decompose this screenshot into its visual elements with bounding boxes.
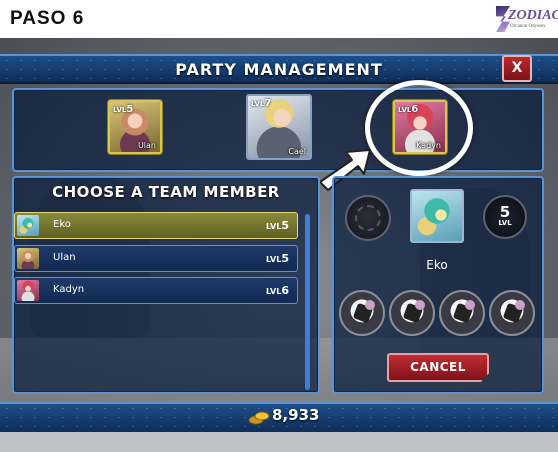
logo-title: ZODIAC	[508, 8, 558, 23]
party-slot-name: Cael	[288, 147, 306, 156]
party-slot-cael[interactable]: LVL7 Cael	[246, 94, 312, 160]
skill-slot-2-icon[interactable]	[389, 290, 435, 336]
cancel-button[interactable]: CANCEL	[387, 353, 489, 382]
logo-subtitle: Orcanon Odyssey	[510, 24, 546, 29]
choose-panel-title: CHOOSE A TEAM MEMBER	[52, 183, 280, 201]
level-unit: LVL	[498, 219, 512, 227]
bottom-strip	[0, 432, 558, 452]
party-slot-name: Ulan	[137, 141, 156, 150]
eko-thumbnail	[17, 215, 39, 236]
zodiac-logo: ZODIAC Orcanon Odyssey	[496, 6, 558, 34]
level-badge: 5 LVL	[483, 195, 527, 239]
detail-member-name: Eko	[426, 258, 448, 272]
class-emblem-icon	[345, 195, 391, 241]
gold-amount: 8,933	[272, 406, 320, 424]
member-row-ulan[interactable]: Ulan LVL5	[14, 245, 298, 272]
skill-slot-3-icon[interactable]	[439, 290, 485, 336]
member-name: Eko	[53, 219, 71, 230]
member-level: LVL6	[266, 284, 289, 297]
member-name: Ulan	[53, 252, 76, 263]
skill-slot-4-icon[interactable]	[489, 290, 535, 336]
skill-slot-1-icon[interactable]	[339, 290, 385, 336]
step-label: PASO 6	[10, 8, 85, 29]
page-title: PARTY MANAGEMENT	[175, 60, 383, 79]
eko-portrait	[410, 189, 464, 243]
member-row-kadyn[interactable]: Kadyn LVL6	[14, 277, 298, 304]
tutorial-highlight-ring	[365, 80, 473, 176]
member-row-eko[interactable]: Eko LVL5	[14, 212, 298, 239]
kadyn-thumbnail	[17, 280, 39, 301]
party-slot-ulan[interactable]: LVL5 Ulan	[108, 100, 162, 154]
member-level: LVL5	[266, 219, 289, 232]
member-name: Kadyn	[53, 284, 85, 295]
close-button[interactable]: X	[502, 55, 532, 82]
ulan-thumbnail	[17, 248, 39, 269]
header-bar: PARTY MANAGEMENT	[0, 54, 558, 84]
member-level: LVL5	[266, 252, 289, 265]
gold-coins-icon	[248, 411, 270, 425]
member-list-scrollbar[interactable]	[305, 214, 310, 390]
party-slot-level: LVL7	[251, 98, 272, 109]
party-slot-level: LVL5	[113, 104, 134, 115]
